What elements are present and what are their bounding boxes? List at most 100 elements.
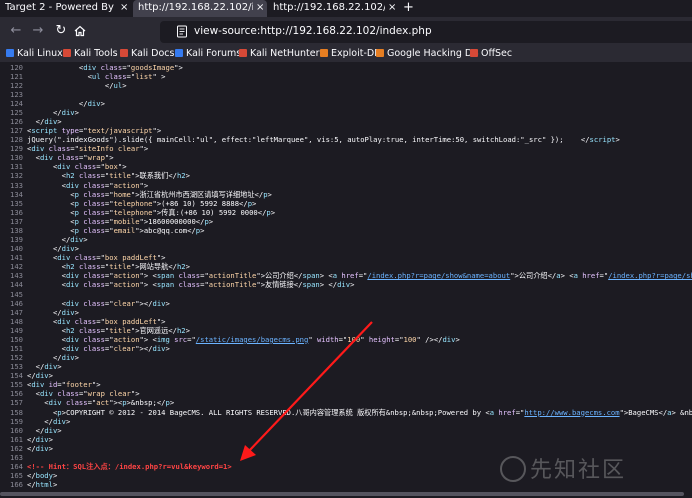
tab-label: http://192.168.22.102/index.p: [138, 2, 253, 13]
source-line: 131 <div class="box">: [0, 162, 692, 171]
code-text: <div class="wrap clear">: [27, 389, 140, 399]
source-link[interactable]: /index.php?r=page/show&: [608, 271, 692, 280]
tab-label: Target 2 - Powered By Bage: [5, 2, 117, 13]
source-line: 161 </div>: [0, 435, 692, 444]
bookmark-kali-nethunter[interactable]: Kali NetHunter: [239, 47, 320, 61]
code-text: </div>: [27, 307, 79, 317]
source-line: 148 <div class="box paddLeft">: [0, 317, 692, 326]
code-text: </div>: [27, 98, 105, 108]
bookmark-kali-docs[interactable]: Kali Docs: [120, 47, 174, 61]
line-number: 131: [10, 162, 23, 172]
line-number: 140: [10, 244, 23, 254]
source-line: 150 <div class="action"> <img src="/stat…: [0, 335, 692, 344]
source-line: 151 <div class="clear"></div>: [0, 344, 692, 353]
source-line: 139 </div>: [0, 235, 692, 244]
line-number: 150: [10, 334, 23, 344]
tab-root[interactable]: http://192.168.22.102/ ×: [268, 0, 398, 17]
hint-comment: <!-- Hint：SQL注入点：/index.php?r=vul&keywor…: [27, 462, 232, 472]
bookmark-ghdb[interactable]: Google Hacking DB: [376, 47, 479, 61]
code-text: <div class="action"> <img src="/static/i…: [27, 334, 460, 344]
line-number: 120: [10, 62, 23, 72]
line-number: 132: [10, 171, 23, 181]
kali-docs-icon: [120, 48, 128, 57]
bookmark-kali-linux[interactable]: Kali Linux: [6, 47, 63, 61]
forward-arrow-icon[interactable]: →: [30, 23, 46, 39]
close-tab-icon[interactable]: ×: [256, 0, 264, 16]
source-line: 128 jQuery(".indexGoods").slide({ mainCel…: [0, 135, 692, 144]
tab-index-php[interactable]: http://192.168.22.102/index.p ×: [133, 0, 267, 17]
source-link[interactable]: /index.php?r=page/show&name=about: [367, 271, 510, 280]
line-number: 126: [10, 116, 23, 126]
reload-icon[interactable]: ↻: [53, 23, 69, 39]
source-line: 146 <div class="clear"></div>: [0, 299, 692, 308]
close-tab-icon[interactable]: ×: [388, 0, 396, 16]
line-number: 135: [10, 198, 23, 208]
tab-label: http://192.168.22.102/: [273, 2, 385, 13]
line-number: 144: [10, 280, 23, 290]
code-text: <div class="box">: [27, 162, 127, 172]
line-number: 157: [10, 398, 23, 408]
line-number: 149: [10, 325, 23, 335]
source-line: 120 <div class="goodsImage">: [0, 63, 692, 72]
code-text: </html>: [27, 480, 58, 490]
code-text: </div>: [27, 371, 53, 381]
source-line: 149 <h2 class="title">官网遥远</h2>: [0, 326, 692, 335]
code-text: <div class="action"> <span class="action…: [27, 280, 355, 290]
line-number: 130: [10, 153, 23, 163]
source-line: 147 </div>: [0, 308, 692, 317]
line-number: 127: [10, 126, 23, 136]
tab-strip: Target 2 - Powered By Bage × http://192.…: [0, 0, 692, 17]
ghdb-icon: [376, 48, 384, 57]
source-line: 122 </ul>: [0, 81, 692, 90]
code-text: <h2 class="title">网站导航</h2>: [27, 262, 190, 272]
horizontal-scrollbar[interactable]: [0, 490, 692, 498]
bookmark-kali-forums[interactable]: Kali Forums: [175, 47, 241, 61]
source-link[interactable]: http://www.bagecms.com: [524, 408, 619, 417]
code-text: </body>: [27, 471, 58, 481]
bookmark-kali-tools[interactable]: Kali Tools: [63, 47, 118, 61]
kali-dragon-icon: [6, 48, 14, 57]
code-text: <div class="act"><p>&nbsp;</p>: [27, 398, 175, 408]
page-info-icon[interactable]: [176, 25, 188, 38]
kali-forums-icon: [175, 48, 183, 57]
scrollbar-thumb[interactable]: [0, 492, 684, 496]
source-line: 144 <div class="action"> <span class="ac…: [0, 280, 692, 289]
code-text: </div>: [27, 443, 53, 453]
line-number: 145: [10, 289, 23, 299]
back-arrow-icon[interactable]: ←: [8, 23, 24, 39]
code-text: </div>: [27, 235, 88, 245]
source-line: 136 <p class="telephone">传真:(+86 10) 599…: [0, 208, 692, 217]
code-text: <div class="goodsImage">: [27, 62, 183, 72]
code-text: </div>: [27, 434, 53, 444]
bookmark-offsec[interactable]: OffSec: [470, 47, 512, 61]
source-line: 159 </div>: [0, 417, 692, 426]
source-line: 142 <h2 class="title">网站导航</h2>: [0, 262, 692, 271]
line-number: 136: [10, 207, 23, 217]
line-number: 153: [10, 362, 23, 372]
source-link[interactable]: /static/images/bagecms.png: [196, 335, 309, 344]
source-line: 133 <div class="action">: [0, 181, 692, 190]
line-number: 121: [10, 71, 23, 81]
code-text: <p class="mobile">18600000000</p>: [27, 216, 214, 226]
code-text: </div>: [27, 116, 62, 126]
code-text: <div class="box paddLeft">: [27, 253, 166, 263]
new-tab-button[interactable]: +: [403, 0, 414, 15]
code-text: </div>: [27, 107, 79, 117]
code-text: jQuery(".indexGoods").slide({ mainCell:"…: [27, 135, 620, 145]
code-text: <div class="box paddLeft">: [27, 316, 166, 326]
bookmark-exploit-db[interactable]: Exploit-DB: [320, 47, 381, 61]
line-number: 128: [10, 135, 23, 145]
line-number: 165: [10, 471, 23, 481]
code-text: <ul class="list" >: [27, 71, 166, 81]
page-source-view[interactable]: 120 <div class="goodsImage"> 121 <ul clas…: [0, 62, 692, 490]
line-number: 151: [10, 343, 23, 353]
source-line: 145: [0, 290, 692, 299]
url-text[interactable]: view-source:http://192.168.22.102/index.…: [194, 24, 432, 39]
line-number: 164: [10, 462, 23, 472]
home-icon[interactable]: [72, 23, 88, 39]
address-bar[interactable]: view-source:http://192.168.22.102/index.…: [160, 21, 692, 43]
code-text: </div>: [27, 353, 79, 363]
code-text: <p class="email">abc@qq.com</p>: [27, 225, 205, 235]
close-tab-icon[interactable]: ×: [120, 0, 128, 16]
tab-bagecms[interactable]: Target 2 - Powered By Bage ×: [0, 0, 130, 17]
